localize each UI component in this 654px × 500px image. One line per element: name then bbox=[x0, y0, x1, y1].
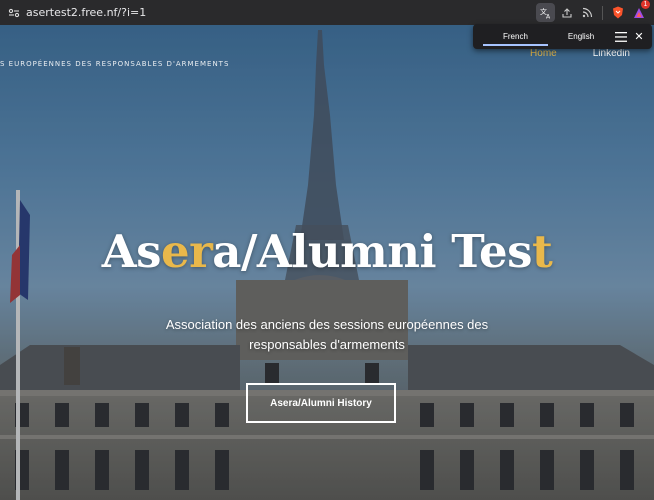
main-nav: Home Linkedin bbox=[530, 48, 630, 59]
browser-toolbar: asertest2.free.nf/?i=1 文A 1 bbox=[0, 0, 654, 25]
share-icon[interactable] bbox=[557, 3, 576, 22]
toolbar-divider bbox=[602, 5, 603, 20]
site-info-icon[interactable] bbox=[6, 5, 22, 21]
language-tab-french[interactable]: French bbox=[483, 24, 548, 49]
history-button[interactable]: Asera/Alumni History bbox=[246, 383, 396, 423]
nav-linkedin-link[interactable]: Linkedin bbox=[593, 48, 630, 59]
hero-subtitle-line: Association des anciens des sessions eur… bbox=[165, 317, 489, 332]
rss-icon[interactable] bbox=[578, 3, 597, 22]
rewards-badge: 1 bbox=[641, 0, 650, 9]
address-bar[interactable]: asertest2.free.nf/?i=1 bbox=[26, 6, 536, 19]
brave-rewards-icon[interactable]: 1 bbox=[629, 0, 650, 22]
close-icon[interactable]: ✕ bbox=[632, 29, 646, 45]
svg-text:A: A bbox=[546, 13, 551, 19]
hero-section: S EUROPÉENNES DES RESPONSABLES D'ARMEMEN… bbox=[0, 25, 654, 500]
translate-popup: French English ✕ bbox=[473, 24, 652, 49]
nav-home-link[interactable]: Home bbox=[530, 48, 557, 59]
hero-title-part: a/Alumni Tes bbox=[212, 225, 532, 278]
brave-shields-icon[interactable] bbox=[608, 3, 627, 22]
translate-icon[interactable]: 文A bbox=[536, 3, 555, 22]
hero-subtitle: Association des anciens des sessions eur… bbox=[0, 315, 654, 355]
hero-title-part: As bbox=[101, 225, 162, 278]
hero-subtitle-line: responsables d'armements bbox=[249, 337, 405, 352]
hero-title-part-accent: er bbox=[160, 225, 213, 278]
language-tab-english[interactable]: English bbox=[548, 24, 614, 49]
menu-icon[interactable] bbox=[614, 29, 628, 45]
hero-title: Asera/Alumni Test bbox=[0, 225, 654, 278]
site-tagline: S EUROPÉENNES DES RESPONSABLES D'ARMEMEN… bbox=[0, 60, 230, 68]
hero-title-part-accent: t bbox=[532, 225, 553, 278]
